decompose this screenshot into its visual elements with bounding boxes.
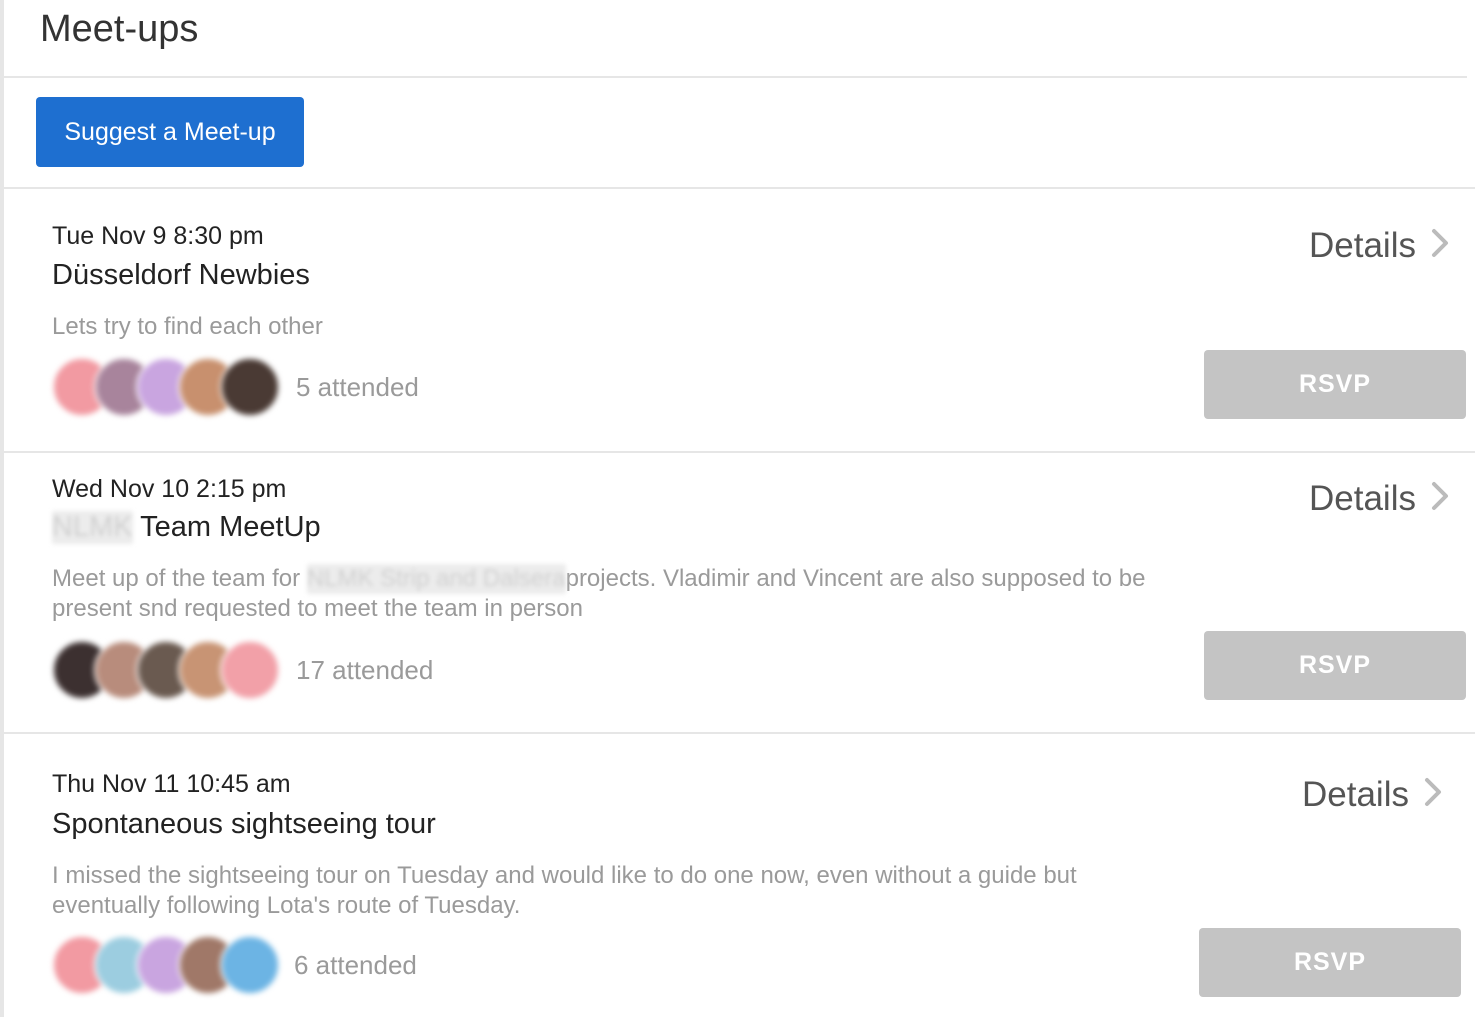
rsvp-button[interactable]: RSVP: [1204, 631, 1466, 700]
attended-count: 17 attended: [296, 655, 434, 685]
description-text: I missed the sightseeing tour on Tuesday…: [52, 862, 1077, 919]
details-label: Details: [1302, 775, 1409, 814]
meetup-description: Lets try to find each other: [52, 312, 1162, 342]
meetup-title: Düsseldorf Newbies: [52, 259, 310, 291]
attendee-avatars: [52, 935, 292, 995]
meetup-datetime: Tue Nov 9 8:30 pm: [52, 222, 264, 250]
redacted-text: NLMK Strip and Dalsera: [306, 564, 566, 594]
attended-count: 5 attended: [296, 372, 419, 402]
chevron-right-icon: [1431, 482, 1448, 510]
attendee-avatars: [52, 640, 292, 700]
suggest-meetup-button[interactable]: Suggest a Meet-up: [36, 97, 304, 167]
redacted-text: NLMK: [52, 511, 133, 544]
meetup-card: Thu Nov 11 10:45 am Spontaneous sightsee…: [4, 734, 1475, 1017]
description-text: Meet up of the team for: [52, 565, 307, 592]
rsvp-button[interactable]: RSVP: [1199, 928, 1461, 997]
details-label: Details: [1309, 479, 1416, 518]
details-link[interactable]: Details: [1309, 225, 1454, 266]
attendee-avatars: [52, 357, 292, 417]
meetup-description: I missed the sightseeing tour on Tuesday…: [52, 861, 1142, 921]
meetup-title: NLMK Team MeetUp: [52, 511, 321, 544]
meetup-datetime: Wed Nov 10 2:15 pm: [52, 475, 287, 503]
divider: [4, 76, 1467, 78]
details-link[interactable]: Details: [1302, 774, 1447, 815]
attendee-avatar: [220, 357, 280, 417]
chevron-right-icon: [1431, 229, 1448, 257]
attended-count: 6 attended: [294, 950, 417, 980]
meetup-card: Tue Nov 9 8:30 pm Düsseldorf Newbies Let…: [4, 189, 1475, 451]
chevron-right-icon: [1424, 778, 1441, 806]
attendee-avatar: [220, 640, 280, 700]
meetup-description: Meet up of the team for NLMK Strip and D…: [52, 564, 1162, 624]
details-link[interactable]: Details: [1309, 478, 1454, 519]
details-label: Details: [1309, 226, 1416, 265]
meetup-title-text: Team MeetUp: [140, 511, 321, 543]
meetup-datetime: Thu Nov 11 10:45 am: [52, 770, 291, 798]
description-text: Lets try to find each other: [52, 313, 323, 340]
attendee-avatar: [220, 935, 280, 995]
page-title: Meet-ups: [40, 8, 199, 50]
rsvp-button[interactable]: RSVP: [1204, 350, 1466, 419]
meetup-card: Wed Nov 10 2:15 pm NLMK Team MeetUp Meet…: [4, 453, 1475, 732]
meetup-title: Spontaneous sightseeing tour: [52, 808, 436, 840]
